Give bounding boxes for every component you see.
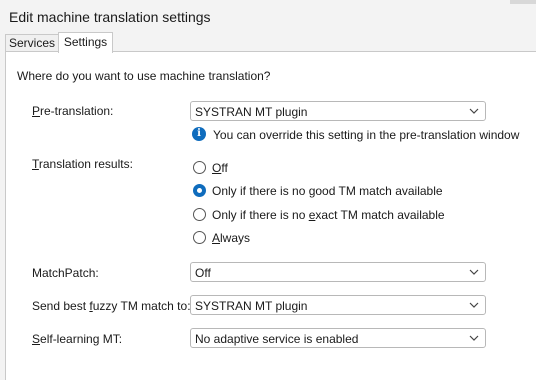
fuzzy-match-label: Send best fuzzy TM match to:	[32, 299, 191, 313]
pretranslation-value: SYSTRAN MT plugin	[195, 105, 308, 119]
pretranslation-dropdown[interactable]: SYSTRAN MT plugin	[190, 101, 486, 121]
chevron-down-icon	[469, 269, 479, 275]
radio-no-exact-match-label[interactable]: Only if there is no exact TM match avail…	[212, 208, 445, 222]
fuzzy-match-value: SYSTRAN MT plugin	[195, 299, 308, 313]
pretranslation-info-text: You can override this setting in the pre…	[213, 128, 520, 142]
window-control-fragment[interactable]	[510, 0, 536, 4]
section-question: Where do you want to use machine transla…	[17, 69, 271, 83]
fuzzy-match-dropdown[interactable]: SYSTRAN MT plugin	[190, 295, 486, 315]
radio-off-circle[interactable]	[193, 161, 206, 174]
matchpatch-dropdown[interactable]: Off	[190, 262, 486, 282]
radio-no-good-match-circle[interactable]	[193, 184, 206, 197]
pretranslation-label: Pre-translation:	[32, 104, 114, 118]
matchpatch-value: Off	[195, 266, 211, 280]
radio-no-exact-match-circle[interactable]	[193, 208, 206, 221]
self-learning-dropdown[interactable]: No adaptive service is enabled	[190, 328, 486, 348]
matchpatch-label: MatchPatch:	[32, 266, 99, 280]
title-bar: Edit machine translation settings	[0, 0, 536, 32]
radio-off-label[interactable]: Off	[212, 161, 228, 175]
tab-services[interactable]: Services	[5, 34, 59, 52]
radio-always-label[interactable]: Always	[212, 231, 250, 245]
radio-no-good-match-label[interactable]: Only if there is no good TM match availa…	[212, 184, 443, 198]
self-learning-label: Self-learning MT:	[32, 332, 123, 346]
translation-results-label: Translation results:	[32, 157, 133, 171]
tab-settings[interactable]: Settings	[58, 32, 113, 53]
chevron-down-icon	[469, 302, 479, 308]
radio-always-circle[interactable]	[193, 231, 206, 244]
window-title: Edit machine translation settings	[9, 9, 211, 25]
chevron-down-icon	[469, 335, 479, 341]
self-learning-value: No adaptive service is enabled	[195, 332, 359, 346]
chevron-down-icon	[469, 108, 479, 114]
info-icon: i	[192, 127, 206, 141]
